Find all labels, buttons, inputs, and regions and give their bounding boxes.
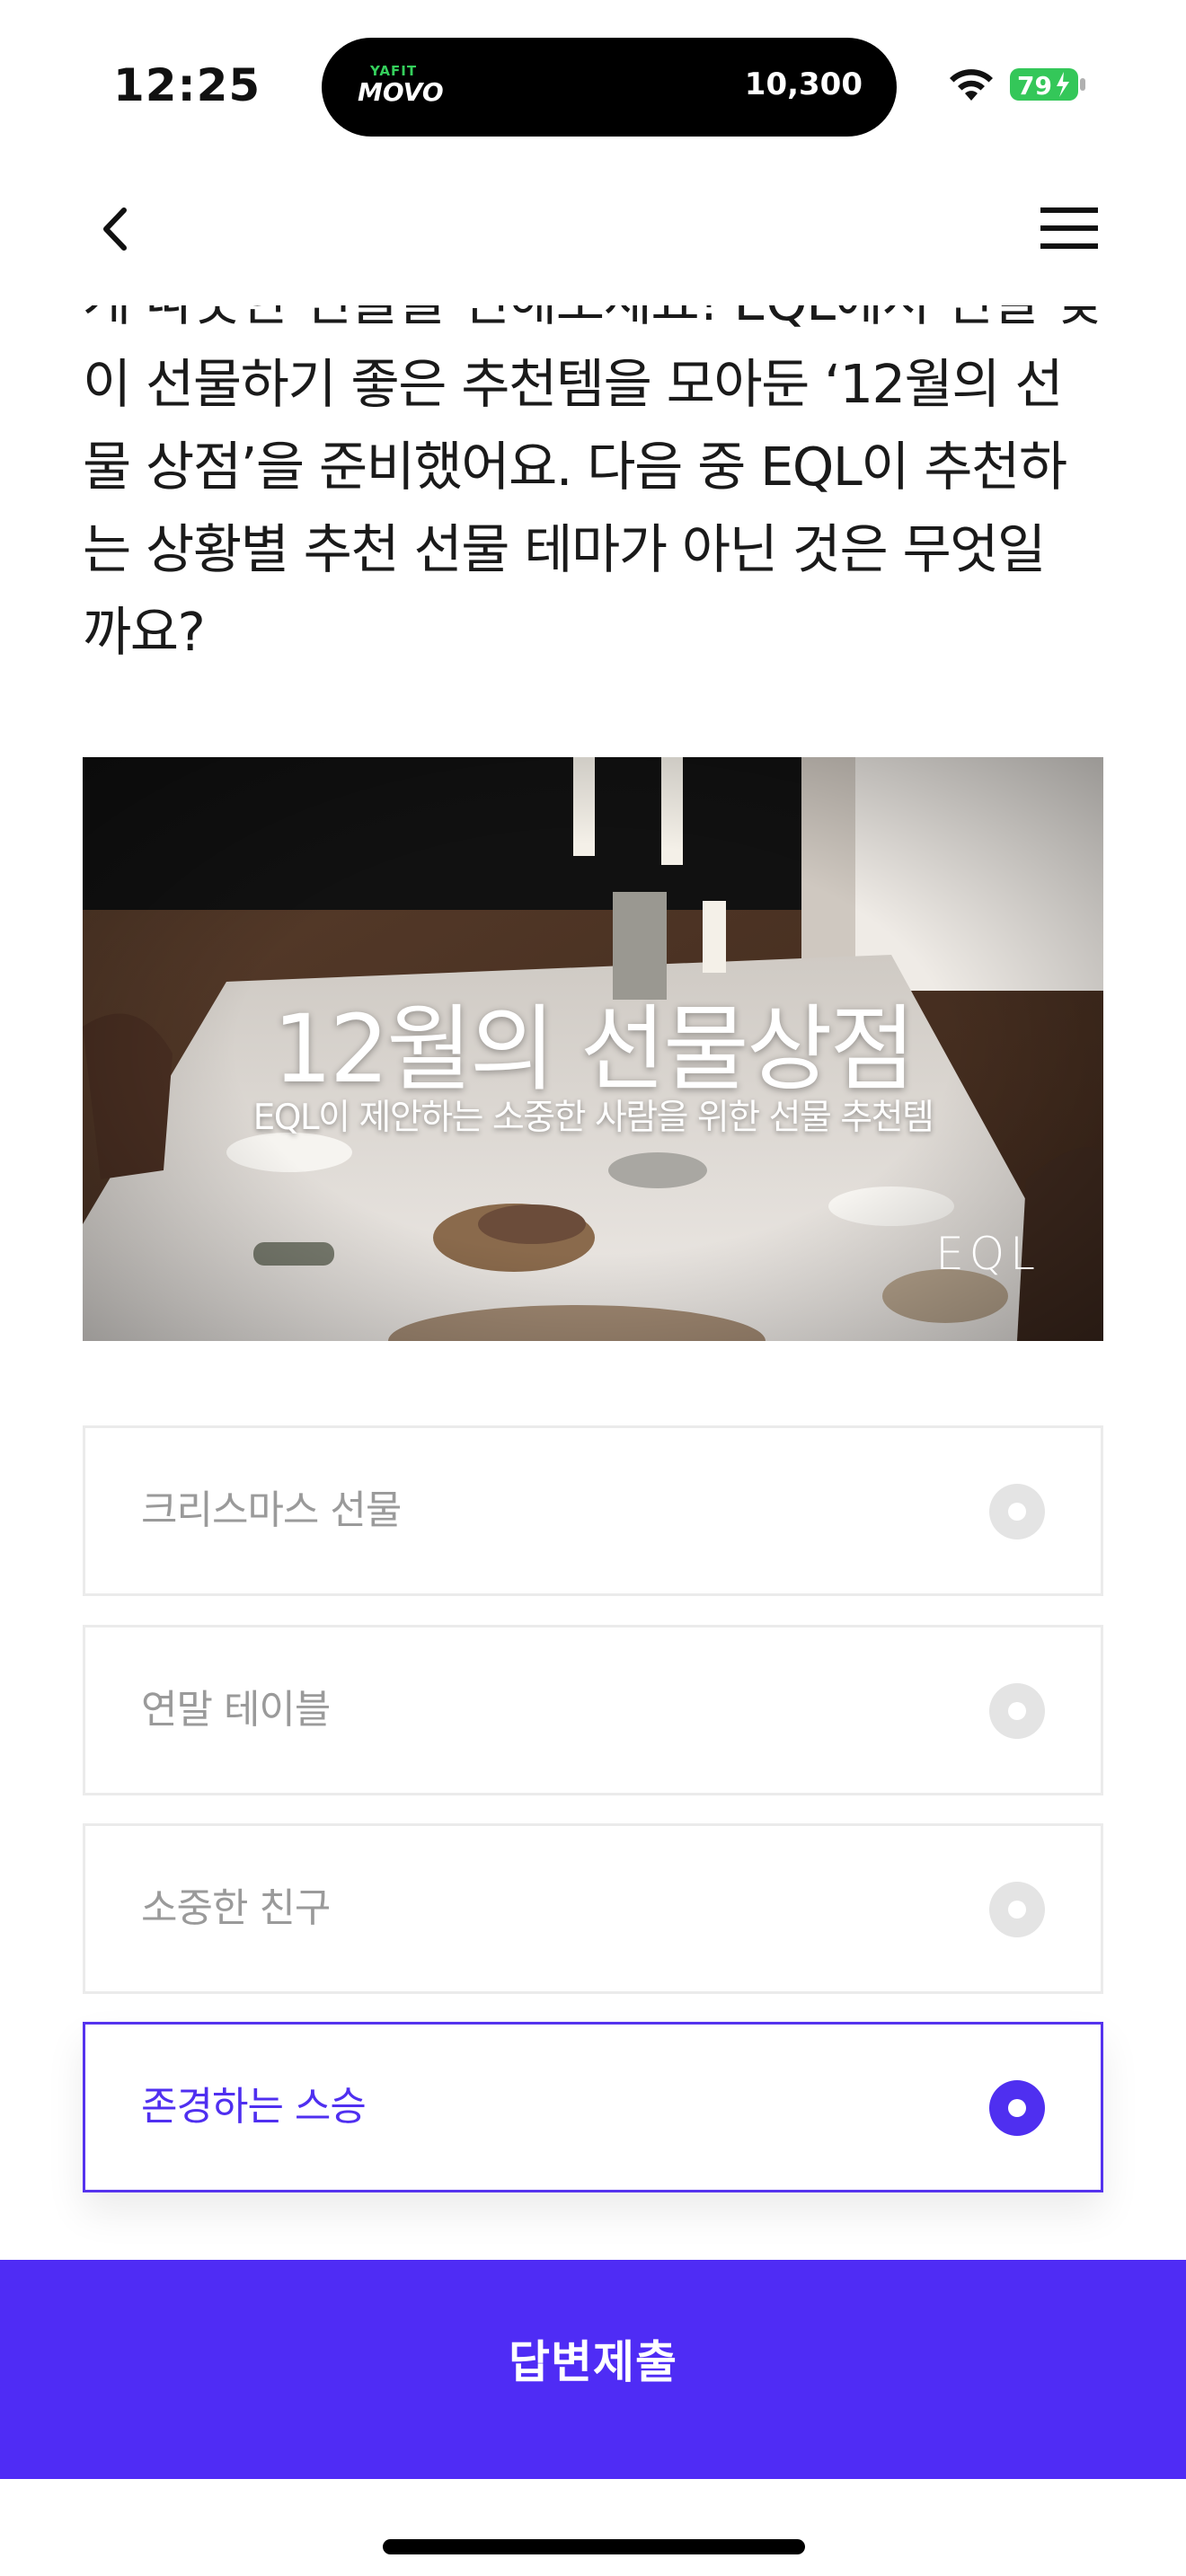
radio-dot bbox=[1008, 2099, 1026, 2117]
radio-dot bbox=[1008, 1702, 1026, 1720]
radio-button-icon[interactable] bbox=[989, 1484, 1045, 1539]
banner-title: 12월의 선물상점 bbox=[272, 994, 916, 1104]
radio-dot bbox=[1008, 1503, 1026, 1521]
menu-button[interactable] bbox=[1040, 203, 1098, 253]
logo-brand: MOVO bbox=[358, 77, 444, 107]
battery-percent: 79 bbox=[1017, 71, 1052, 101]
wifi-icon bbox=[950, 69, 993, 101]
status-bar: 12:25 YAFIT MOVO 10,300 79 bbox=[0, 0, 1186, 153]
submit-answer-button[interactable]: 답변제출 bbox=[0, 2260, 1186, 2479]
answer-option-2[interactable]: 연말 테이블 bbox=[83, 1625, 1103, 1795]
hamburger-menu-icon bbox=[1040, 207, 1098, 249]
radio-button-icon[interactable] bbox=[989, 2080, 1045, 2136]
question-line: 이 선물하기 좋은 추천템을 모아둔 ‘12월의 선 bbox=[83, 353, 1064, 415]
question-line: 는 상황별 추천 선물 테마가 아닌 것은 무엇일 bbox=[83, 518, 1046, 580]
question-text: 게 따뜻한 선물을 전해보세요! EQL에서 연말 맞 이 선물하기 좋은 추천… bbox=[83, 260, 1107, 674]
quiz-screen: 12:25 YAFIT MOVO 10,300 79 이 선물하기 좋은 추천템… bbox=[0, 0, 1186, 2576]
radio-dot bbox=[1008, 1901, 1026, 1919]
answer-option-1[interactable]: 크리스마스 선물 bbox=[83, 1425, 1103, 1596]
answer-option-4[interactable]: 존경하는 스승 bbox=[83, 2022, 1103, 2192]
movo-logo: YAFIT MOVO bbox=[358, 63, 444, 113]
dynamic-island[interactable]: YAFIT MOVO 10,300 bbox=[322, 38, 897, 137]
step-count: 10,300 bbox=[744, 66, 863, 102]
battery-charging-icon: 79 bbox=[1010, 68, 1085, 101]
radio-button-icon[interactable] bbox=[989, 1882, 1045, 1937]
question-line: 까요? bbox=[83, 601, 206, 663]
radio-button-icon[interactable] bbox=[989, 1683, 1045, 1739]
option-label: 소중한 친구 bbox=[141, 1885, 331, 1931]
answer-option-3[interactable]: 소중한 친구 bbox=[83, 1823, 1103, 1994]
option-label: 크리스마스 선물 bbox=[141, 1487, 402, 1533]
nav-bar bbox=[0, 153, 1186, 305]
home-indicator[interactable] bbox=[383, 2539, 805, 2554]
banner-subtitle: EQL이 제안하는 소중한 사람을 위한 선물 추천템 bbox=[252, 1098, 934, 1138]
gift-shop-banner: 12월의 선물상점 EQL이 제안하는 소중한 사람을 위한 선물 추천템 EQ… bbox=[83, 757, 1103, 1341]
back-button[interactable] bbox=[90, 198, 144, 260]
status-time: 12:25 bbox=[113, 59, 261, 111]
option-label: 연말 테이블 bbox=[141, 1687, 331, 1733]
eql-logo: EQL bbox=[935, 1228, 1040, 1280]
question-line: 물 상점’을 준비했어요. 다음 중 EQL이 추천하 bbox=[83, 436, 1067, 498]
chevron-left-icon bbox=[103, 207, 127, 251]
option-label: 존경하는 스승 bbox=[141, 2084, 367, 2130]
